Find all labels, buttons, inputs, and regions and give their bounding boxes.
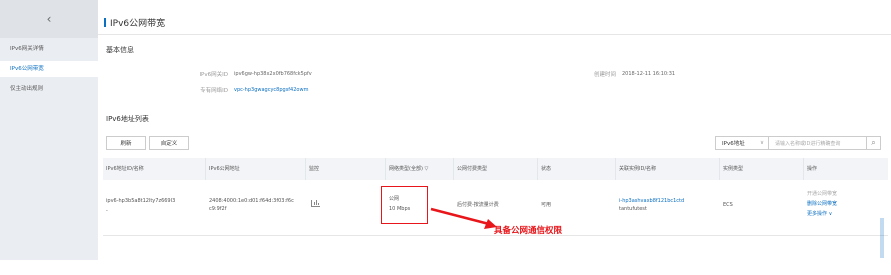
sidebar: ‹ IPv6网关详情 IPv6公网带宽 仅主动出规则 xyxy=(0,0,98,260)
created-time-label: 创建时间 xyxy=(593,72,616,78)
scrollbar[interactable] xyxy=(880,218,884,258)
sidebar-item-gateway-detail[interactable]: IPv6网关详情 xyxy=(0,41,98,57)
header-divider xyxy=(98,34,891,35)
sidebar-item-egress-only-rules[interactable]: 仅主动出规则 xyxy=(0,81,98,97)
ipv6-id-cell: ipv6-hp3b5a8t12lty7z669I3 xyxy=(106,198,176,204)
sidebar-item-label: IPv6网关详情 xyxy=(10,46,44,52)
filter-type-select[interactable]: IPv6地址 ∨ xyxy=(715,136,769,150)
address-list-title: IPv6地址列表 xyxy=(106,115,149,123)
column-header-network-type-filter[interactable]: 网络类型(全部) ▽ xyxy=(385,158,453,180)
open-bandwidth-action[interactable]: 开通公网带宽 xyxy=(807,190,837,198)
column-header: IPv6公网地址 xyxy=(205,158,305,180)
instance-id-link[interactable]: i-hp3ashvaxb8f121bc1ctd xyxy=(619,197,684,205)
monitor-chart-icon[interactable] xyxy=(311,200,320,207)
created-time-value: 2018-12-11 16:10:31 xyxy=(622,71,676,77)
back-button[interactable]: ‹ xyxy=(0,0,98,38)
column-header: 实例类型 xyxy=(719,158,803,180)
instance-type-cell: ECS xyxy=(723,202,733,208)
delete-bandwidth-action[interactable]: 删除公网带宽 xyxy=(807,200,837,208)
custom-columns-button[interactable]: 自定义 xyxy=(149,136,189,150)
refresh-button[interactable]: 刷新 xyxy=(106,136,146,150)
ipv6-address-cell-cont: c9:9f2f xyxy=(209,206,227,212)
column-header: 关联实例ID/名称 xyxy=(615,158,719,180)
gateway-id-value: ipv6gw-hp38x2x0fb768fck5pfv xyxy=(234,71,312,77)
more-actions-link[interactable]: 更多操作 ∨ xyxy=(807,210,832,218)
column-header: 操作 xyxy=(803,158,888,180)
search-placeholder: 请输入名称或ID进行精确查询 xyxy=(775,140,841,147)
annotation-arrow xyxy=(430,207,497,229)
ipv6-name-cell: - xyxy=(106,208,108,214)
sidebar-item-label: 仅主动出规则 xyxy=(10,86,44,92)
page-title-text: IPv6公网带宽 xyxy=(110,19,166,29)
search-button[interactable]: ⌕ xyxy=(867,136,881,150)
column-header: IPv6地址ID/名称 xyxy=(106,166,144,172)
ipv6-address-cell: 2408:4000:1e0:d01:f64d:3f03:f6c xyxy=(209,198,294,204)
table-header: IPv6地址ID/名称 IPv6公网地址 监控 网络类型(全部) ▽ 公网付费类… xyxy=(103,158,888,180)
chevron-down-icon: ∨ xyxy=(759,140,764,146)
column-header: 公网付费类型 xyxy=(453,158,537,180)
vpc-id-link[interactable]: vpc-hp3gwagcyc8pgsf42owm xyxy=(234,87,308,93)
page-title: IPv6公网带宽 xyxy=(104,16,165,29)
basic-info-title: 基本信息 xyxy=(106,46,134,54)
search-input[interactable]: 请输入名称或ID进行精确查询 xyxy=(769,136,867,150)
vpc-id-label: 专有网络ID xyxy=(200,88,228,94)
status-cell: 可用 xyxy=(541,202,552,208)
sidebar-item-ipv6-bandwidth[interactable]: IPv6公网带宽 xyxy=(0,61,98,77)
filter-type-value: IPv6地址 xyxy=(722,141,745,147)
gateway-id-label: IPv6网关ID xyxy=(199,72,228,78)
column-header: 状态 xyxy=(537,158,615,180)
instance-name-cell: tantufutest xyxy=(619,206,647,212)
highlight-box xyxy=(381,186,428,224)
search-icon: ⌕ xyxy=(871,138,876,147)
chevron-left-icon: ‹ xyxy=(46,12,52,26)
column-header: 监控 xyxy=(305,158,385,180)
sidebar-item-label: IPv6公网带宽 xyxy=(10,66,44,72)
annotation-text: 具备公网通信权限 xyxy=(494,226,563,236)
